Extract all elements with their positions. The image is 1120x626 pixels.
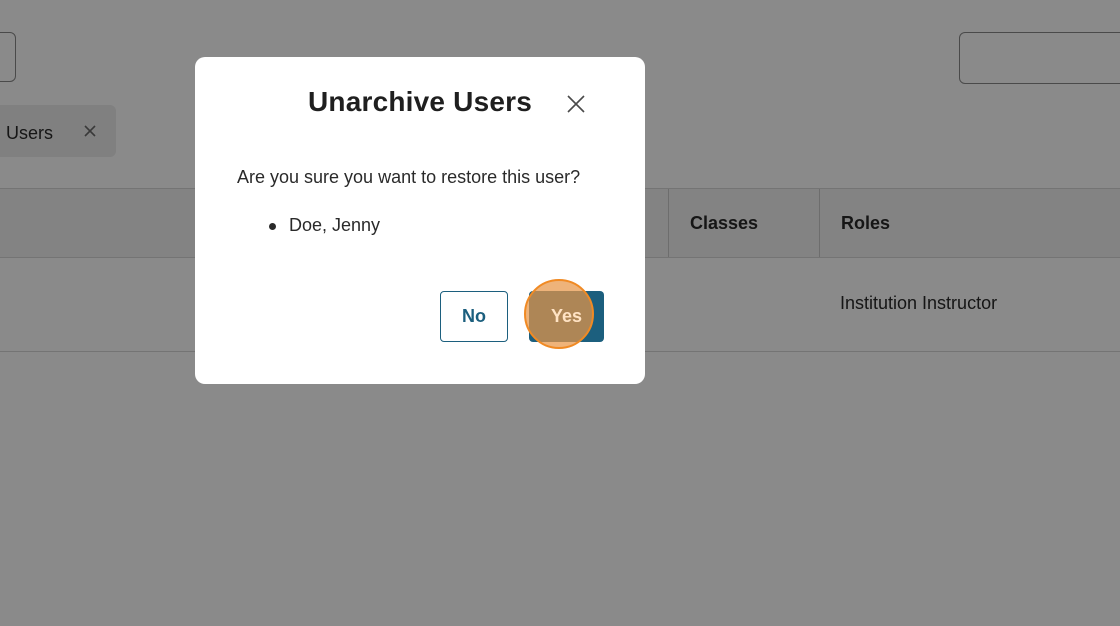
no-button[interactable]: No	[440, 291, 508, 342]
unarchive-users-dialog: Unarchive Users Are you sure you want to…	[195, 57, 645, 384]
user-name: Doe, Jenny	[289, 215, 381, 235]
bullet-icon	[269, 223, 276, 230]
close-icon[interactable]	[564, 92, 588, 116]
yes-button[interactable]	[529, 291, 604, 342]
user-list: Doe, Jenny	[269, 215, 380, 236]
dialog-message: Are you sure you want to restore this us…	[237, 167, 581, 187]
list-item: Doe, Jenny	[269, 215, 380, 236]
